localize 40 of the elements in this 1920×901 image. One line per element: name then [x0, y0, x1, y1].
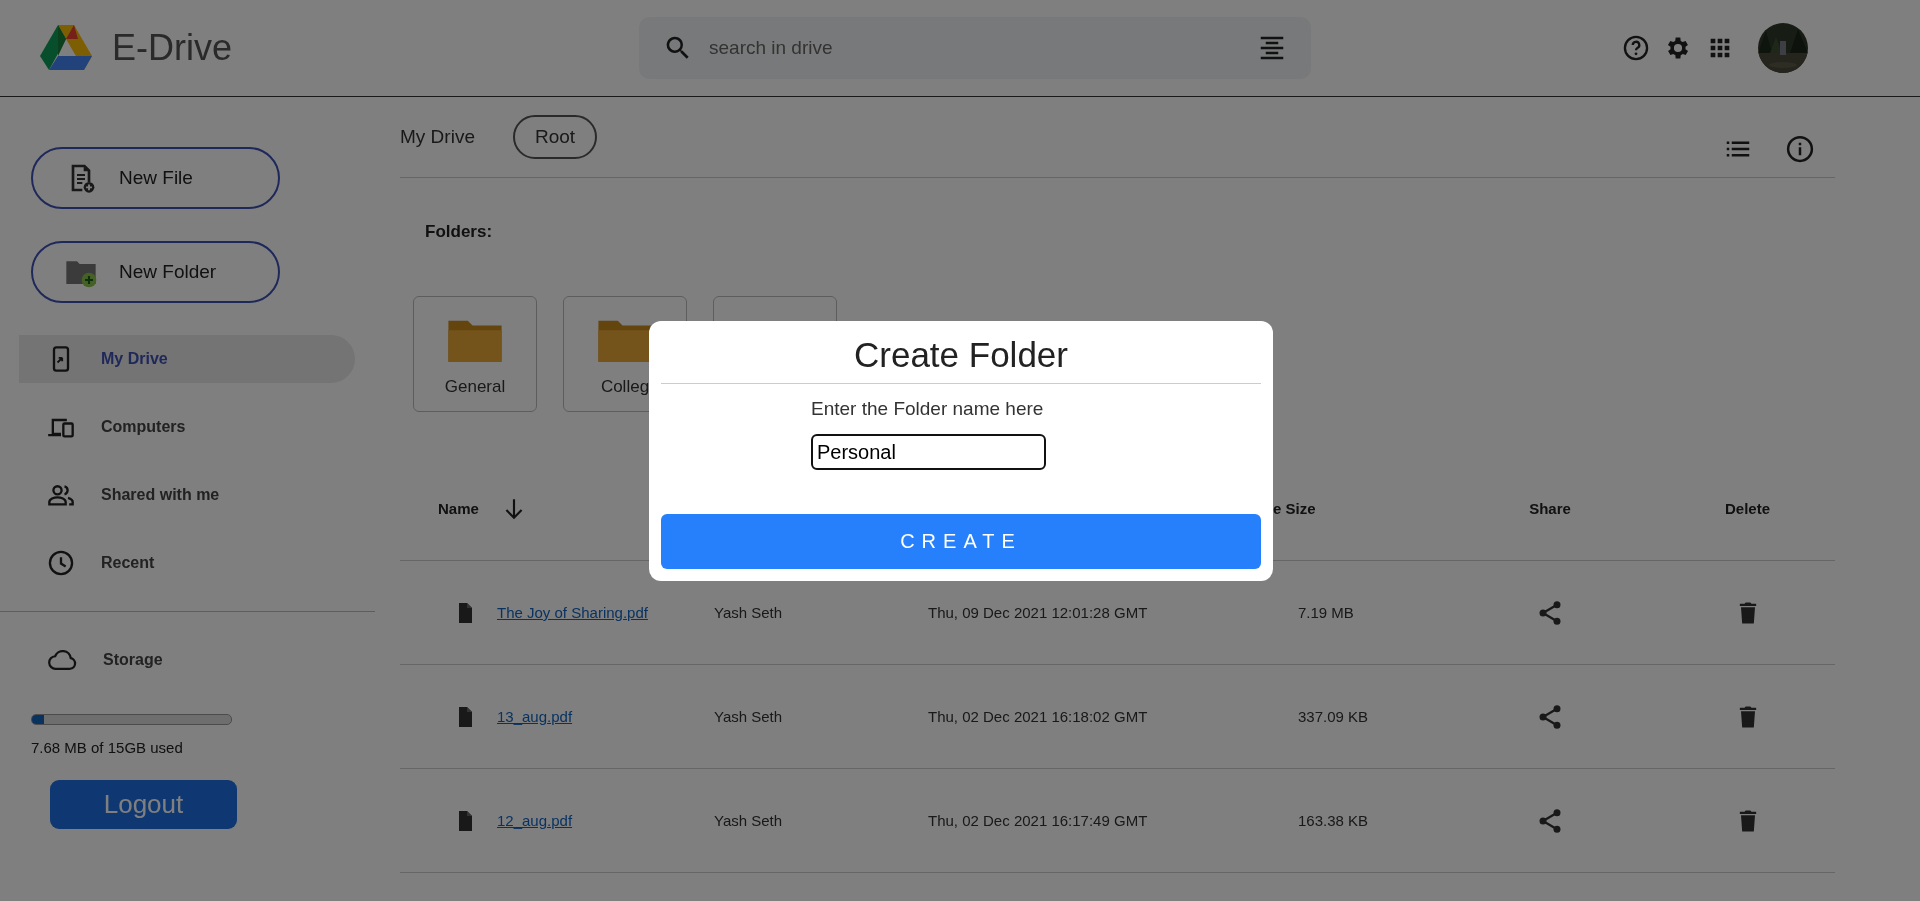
- file-link[interactable]: 13_aug.pdf: [497, 708, 573, 725]
- folder-card[interactable]: General: [413, 296, 537, 412]
- new-folder-button[interactable]: New Folder: [31, 241, 280, 303]
- triangle-logo-icon[interactable]: [40, 25, 92, 71]
- owner-cell-text: Yash Seth: [713, 708, 784, 725]
- owner-cell-text: Yash Seth: [713, 604, 784, 621]
- breadcrumb[interactable]: My Drive: [400, 126, 475, 148]
- search-field[interactable]: search in drive: [707, 36, 1243, 60]
- sidebar-item[interactable]: Shared with me: [19, 471, 355, 519]
- sidebar-item[interactable]: My Drive: [19, 335, 355, 383]
- storage-item[interactable]: Storage: [19, 636, 355, 684]
- field-label: Enter the Folder name here: [811, 398, 1044, 420]
- file-link[interactable]: The Joy of Sharing.pdf: [497, 604, 648, 621]
- date-cell-text: Thu, 09 Dec 2021 12:01:28 GMT: [927, 604, 1149, 621]
- size-cell-text: 163.38 KB: [1297, 812, 1370, 829]
- app-name: E-Drive: [112, 27, 232, 69]
- breadcrumb[interactable]: Root: [512, 115, 598, 159]
- column-header[interactable]: Share: [1529, 500, 1571, 517]
- sidebar-item[interactable]: Computers: [19, 403, 355, 451]
- help-icon[interactable]: [1622, 34, 1650, 62]
- info-icon[interactable]: [1785, 134, 1815, 164]
- file-link[interactable]: 12_aug.pdf: [497, 812, 573, 829]
- column-header[interactable]: Delete: [1725, 500, 1770, 517]
- search-bar[interactable]: search in drive: [639, 17, 1311, 79]
- folder-name: Colleg: [600, 377, 650, 397]
- logout-button[interactable]: Logout: [50, 780, 237, 829]
- storage-usage: 7.68 MB of 15GB used: [31, 739, 184, 756]
- folder-name-field[interactable]: Personal: [811, 434, 1046, 470]
- size-cell-text: 337.09 KB: [1297, 708, 1370, 725]
- sidebar-item[interactable]: Recent: [19, 539, 355, 587]
- dialog-title: Create Folder: [854, 335, 1068, 375]
- date-cell-text: Thu, 02 Dec 2021 16:17:49 GMT: [927, 812, 1149, 829]
- size-cell-text: 7.19 MB: [1297, 604, 1355, 621]
- clock-icon: [47, 549, 75, 577]
- date-cell-text: Thu, 02 Dec 2021 16:18:02 GMT: [927, 708, 1149, 725]
- create-button[interactable]: CREATE: [661, 514, 1261, 569]
- new-file-button[interactable]: New File: [31, 147, 280, 209]
- section-title: Folders:: [425, 222, 494, 242]
- owner-cell-text: Yash Seth: [713, 812, 784, 829]
- folder-name: General: [444, 377, 506, 397]
